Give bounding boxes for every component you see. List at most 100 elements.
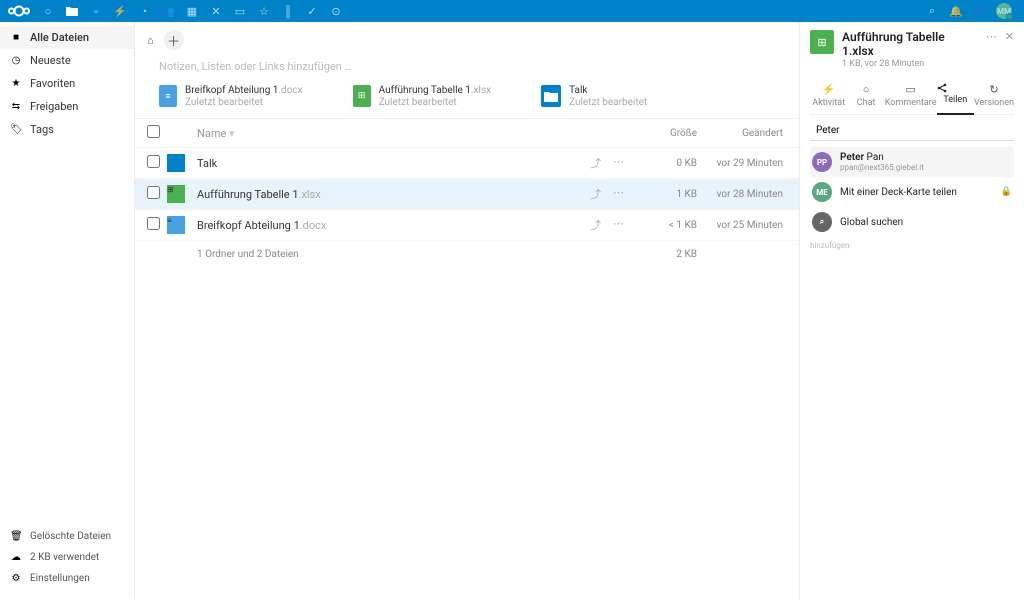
tab-versions[interactable]: ↻Versionen (974, 79, 1014, 114)
app-icons: ○ ▫ ⚡ ◔ 👥 ▦ ✕ ▭ ☆ ║ ✓ ⊙ (36, 0, 348, 22)
recent-item[interactable]: ⊞ Aufführung Tabelle 1.xlsx Zuletzt bear… (353, 85, 491, 108)
share-search (810, 121, 1014, 141)
sidebar-item-label: Alle Dateien (30, 31, 89, 44)
col-modified[interactable]: Geändert (697, 128, 787, 139)
search-avatar-icon: ⌕ (812, 212, 832, 232)
tab-chat[interactable]: ○Chat (847, 79, 884, 114)
notes-input[interactable]: Notizen, Listen oder Links hinzufügen … (135, 58, 799, 81)
sidebar-item-tags[interactable]: 🏷 Tags (0, 118, 134, 141)
contacts-app-icon[interactable]: 👥 (156, 0, 180, 22)
share-icon: ⇆ (10, 101, 22, 112)
details-subtitle: 1 KB, vor 28 Minuten (842, 59, 978, 69)
file-content-area: ⌂ ＋ Notizen, Listen oder Links hinzufüge… (135, 22, 799, 599)
sidebar-item-label: Neueste (30, 54, 71, 67)
user-avatar[interactable]: MM (992, 0, 1016, 22)
nextcloud-logo-icon[interactable] (8, 5, 36, 17)
share-row-icon[interactable]: ⤴ (590, 155, 601, 171)
tab-activity[interactable]: ⚡Aktivität (810, 79, 847, 114)
col-size[interactable]: Größe (637, 128, 697, 139)
home-icon[interactable]: ⌂ (147, 34, 154, 47)
dashboard-app-icon[interactable]: ○ (36, 0, 60, 22)
tab-share[interactable]: Teilen (937, 79, 974, 115)
sidebar-item-label: Freigaben (30, 100, 78, 113)
close-icon[interactable]: ✕ (1005, 30, 1014, 43)
sidebar-settings[interactable]: ⚙ Einstellungen (0, 568, 134, 589)
share-result-global[interactable]: ⌕ Global suchen (810, 207, 1014, 237)
left-sidebar: ■ Alle Dateien ◷ Neueste ★ Favoriten ⇆ F… (0, 22, 135, 599)
deck-avatar-icon: ME (812, 182, 832, 202)
xls-file-icon: ⊞ (353, 85, 371, 107)
sidebar-deleted-files[interactable]: 🗑 Gelöschte Dateien (0, 526, 134, 547)
row-checkbox[interactable] (147, 217, 160, 230)
maps-app-icon[interactable]: ⊙ (324, 0, 348, 22)
shuffle-app-icon[interactable]: ✕ (204, 0, 228, 22)
folder-icon: ■ (10, 32, 22, 43)
share-result-deck[interactable]: ME Mit einer Deck-Karte teilen 🔒 (810, 177, 1014, 207)
sidebar-item-label: Tags (30, 123, 54, 136)
share-row-icon[interactable]: ⤴ (590, 217, 601, 233)
talk-app-icon[interactable]: ◔ (132, 0, 156, 22)
sidebar-item-recent[interactable]: ◷ Neueste (0, 49, 134, 72)
details-filename: Aufführung Tabelle 1.xlsx (842, 30, 978, 58)
cloud-icon: ☁ (10, 552, 22, 563)
top-app-bar: ○ ▫ ⚡ ◔ 👥 ▦ ✕ ▭ ☆ ║ ✓ ⊙ ⌕ 🔔 👤 MM (0, 0, 1024, 22)
activity-app-icon[interactable]: ⚡ (108, 0, 132, 22)
row-checkbox[interactable] (147, 186, 160, 199)
xls-file-icon: ⊞ (167, 185, 185, 203)
share-result-user[interactable]: PP Peter Pan ppan@next365.giebel.it (810, 147, 1014, 177)
share-search-input[interactable] (810, 121, 1014, 141)
sidebar-item-all-files[interactable]: ■ Alle Dateien (0, 26, 134, 49)
recent-item[interactable]: ≡ Breifkopf Abteilung 1.docx Zuletzt bea… (159, 85, 303, 108)
table-row[interactable]: ⊞ Aufführung Tabelle 1.xlsx ⤴⋯ 1 KB vor … (135, 179, 799, 210)
topbar-right: ⌕ 🔔 👤 MM (920, 0, 1016, 22)
deck-app-icon[interactable]: ▭ (228, 0, 252, 22)
calendar-app-icon[interactable]: ▦ (180, 0, 204, 22)
folder-icon (167, 154, 185, 172)
share-results: PP Peter Pan ppan@next365.giebel.it ME M… (810, 147, 1014, 237)
table-row[interactable]: Talk ⤴⋯ 0 KB vor 29 Minuten (135, 148, 799, 179)
table-row[interactable]: ≡ Breifkopf Abteilung 1.docx ⤴⋯ < 1 KB v… (135, 210, 799, 241)
tasks-app-icon[interactable]: ✓ (300, 0, 324, 22)
col-name[interactable]: Name ▾ (197, 127, 577, 140)
recent-files: ≡ Breifkopf Abteilung 1.docx Zuletzt bea… (135, 81, 799, 118)
star-app-icon[interactable]: ☆ (252, 0, 276, 22)
gear-icon: ⚙ (10, 573, 22, 584)
table-summary: 1 Ordner und 2 Dateien 2 KB (135, 241, 799, 268)
files-app-icon[interactable] (60, 0, 84, 22)
sidebar-item-label: Gelöschte Dateien (30, 531, 111, 542)
notifications-icon[interactable]: 🔔 (944, 0, 968, 22)
select-all-checkbox[interactable] (147, 125, 160, 138)
lock-icon: 🔒 (1001, 187, 1012, 197)
more-row-icon[interactable]: ⋯ (613, 217, 624, 233)
file-table: Name ▾ Größe Geändert Talk ⤴⋯ 0 KB vor 2… (135, 118, 799, 599)
share-row-icon[interactable]: ⤴ (590, 186, 601, 202)
more-icon[interactable]: ⋯ (986, 30, 997, 43)
folder-icon (541, 85, 561, 107)
details-sidebar: ⊞ Aufführung Tabelle 1.xlsx 1 KB, vor 28… (799, 22, 1024, 599)
stats-app-icon[interactable]: ║ (276, 0, 300, 22)
row-checkbox[interactable] (147, 155, 160, 168)
sidebar-item-label: Favoriten (30, 77, 75, 90)
share-hint: hinzufügen (810, 241, 1014, 251)
contacts-menu-icon[interactable]: 👤 (968, 0, 992, 22)
star-icon: ★ (10, 78, 22, 89)
search-icon[interactable]: ⌕ (920, 0, 944, 22)
sidebar-item-favorites[interactable]: ★ Favoriten (0, 72, 134, 95)
recent-item[interactable]: Talk Zuletzt bearbeitet (541, 85, 647, 108)
doc-file-icon: ≡ (159, 85, 177, 107)
tab-comments[interactable]: ▭Kommentare (885, 79, 937, 114)
user-avatar-icon: PP (812, 152, 832, 172)
sidebar-storage-used: ☁ 2 KB verwendet (0, 547, 134, 568)
more-row-icon[interactable]: ⋯ (613, 155, 624, 171)
breadcrumb: ⌂ ＋ (135, 22, 799, 58)
xls-file-icon: ⊞ (810, 30, 834, 54)
trash-icon: 🗑 (10, 531, 22, 542)
clock-icon: ◷ (10, 55, 22, 66)
photos-app-icon[interactable]: ▫ (84, 0, 108, 22)
more-row-icon[interactable]: ⋯ (613, 186, 624, 202)
doc-file-icon: ≡ (167, 216, 185, 234)
add-button[interactable]: ＋ (164, 30, 184, 50)
tag-icon: 🏷 (10, 124, 22, 135)
sidebar-item-shares[interactable]: ⇆ Freigaben (0, 95, 134, 118)
table-header: Name ▾ Größe Geändert (135, 118, 799, 148)
